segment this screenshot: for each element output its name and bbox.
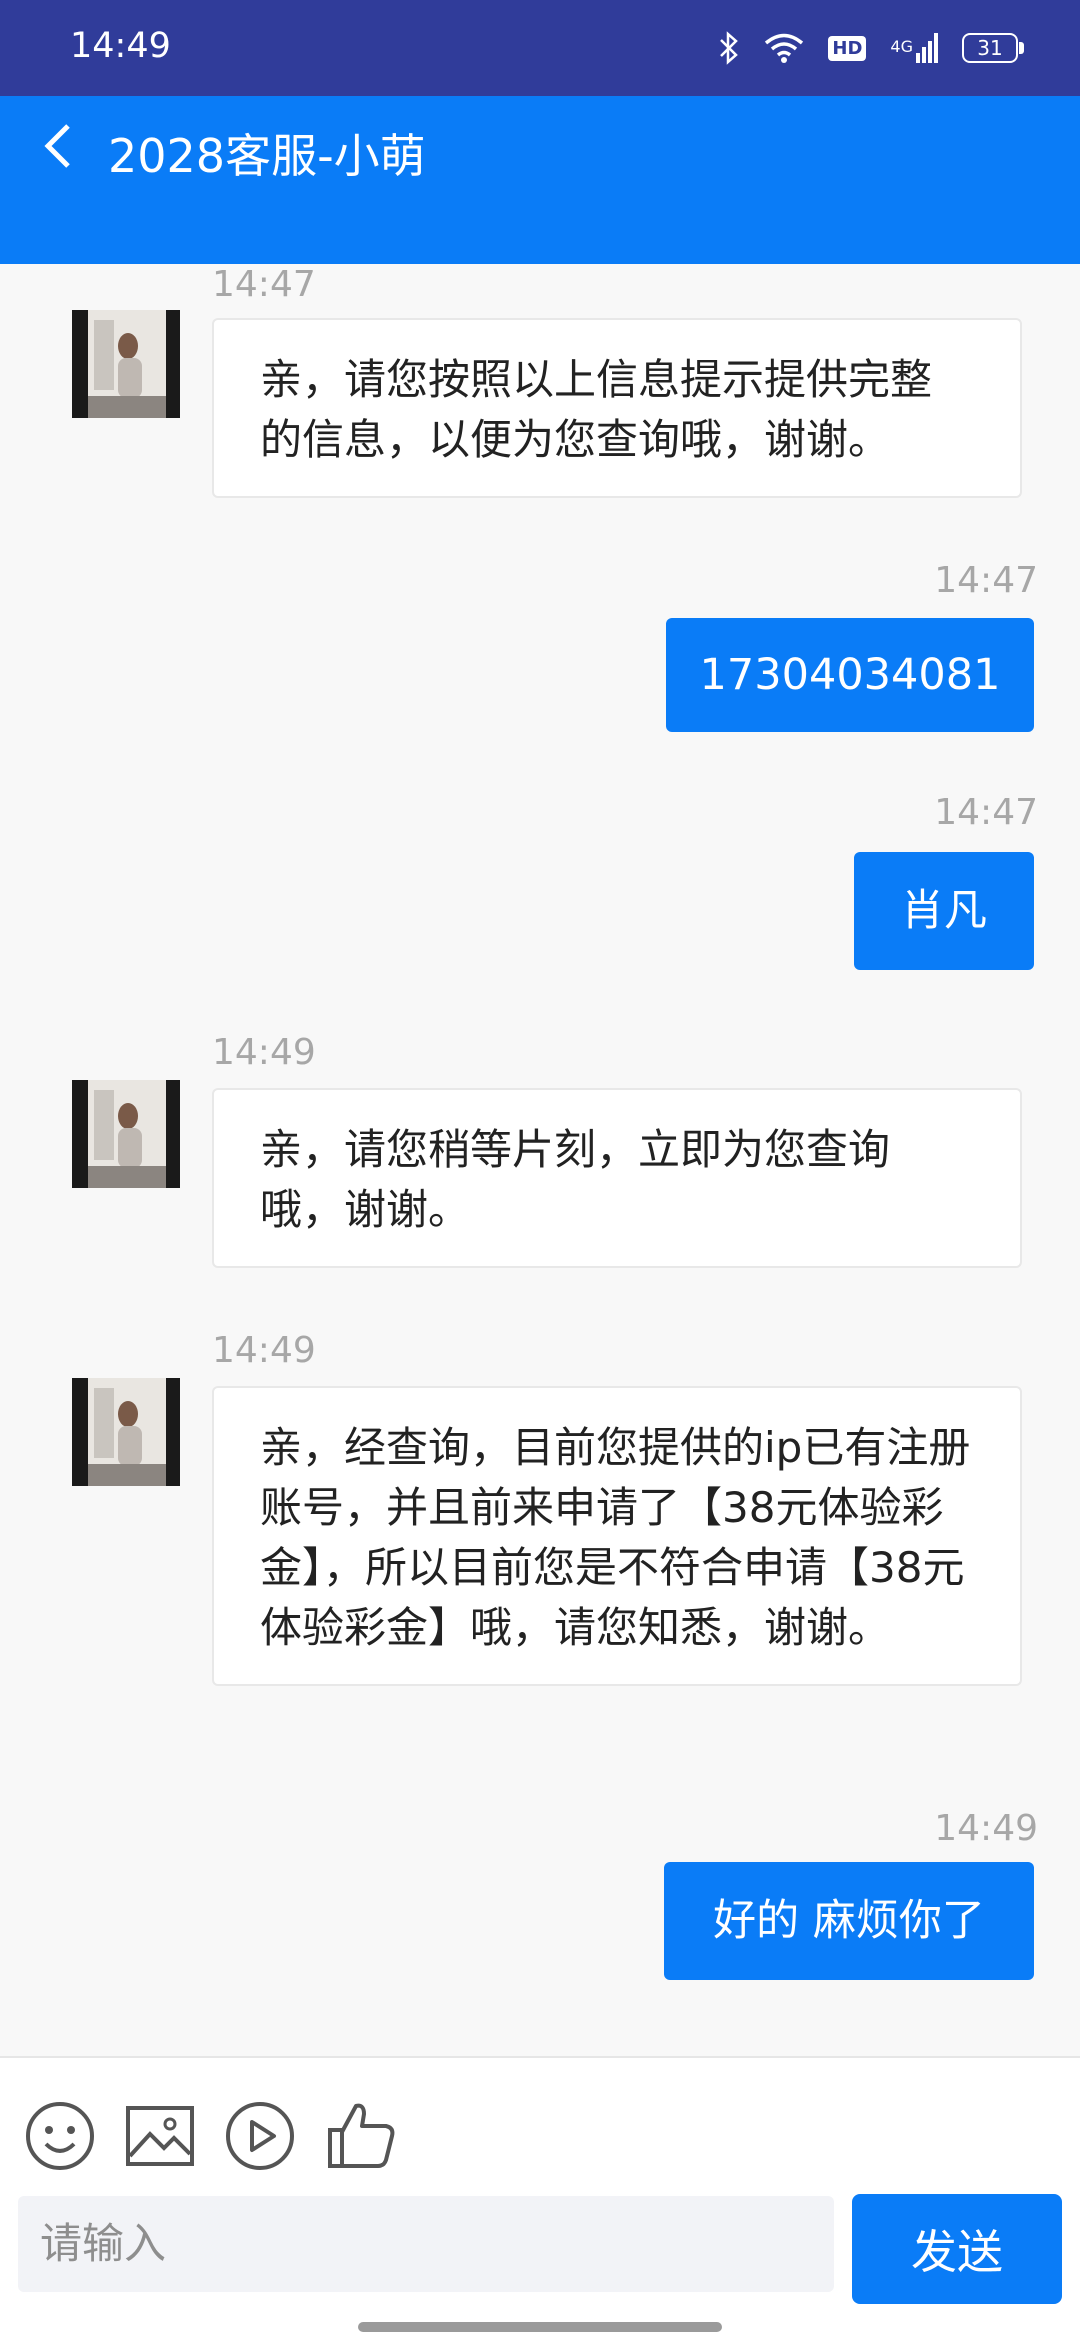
send-button[interactable]: 发送 bbox=[852, 2194, 1062, 2304]
message-time: 14:47 bbox=[212, 264, 316, 305]
message-input[interactable]: 请输入 bbox=[18, 2196, 834, 2292]
message-time: 14:49 bbox=[212, 1330, 316, 1371]
chat-messages[interactable]: 14:47 亲，请您按照以上信息提示提供完整的信息，以便为您查询哦，谢谢。 14… bbox=[0, 264, 1080, 2056]
chat-header: 2028客服-小萌 bbox=[0, 96, 1080, 264]
home-indicator[interactable] bbox=[358, 2322, 722, 2332]
message-bubble-outgoing[interactable]: 好的 麻烦你了 bbox=[664, 1862, 1034, 1980]
emoji-icon[interactable] bbox=[24, 2100, 96, 2172]
message-bubble-incoming[interactable]: 亲，请您稍等片刻，立即为您查询哦，谢谢。 bbox=[212, 1088, 1022, 1268]
message-bubble-outgoing[interactable]: 17304034081 bbox=[666, 618, 1034, 732]
chat-title: 2028客服-小萌 bbox=[108, 129, 426, 183]
hd-badge: HD bbox=[828, 35, 867, 61]
message-bubble-outgoing[interactable]: 肖凡 bbox=[854, 852, 1034, 970]
status-icons: HD 4G 31 bbox=[718, 26, 1024, 70]
thumbs-up-icon[interactable] bbox=[326, 2100, 398, 2172]
message-bubble-incoming[interactable]: 亲，经查询，目前您提供的ip已有注册账号，并且前来申请了【38元体验彩金】，所以… bbox=[212, 1386, 1022, 1686]
network-type: 4G bbox=[890, 37, 913, 56]
battery-icon: 31 bbox=[962, 33, 1024, 63]
avatar[interactable] bbox=[72, 1080, 180, 1188]
bluetooth-icon bbox=[720, 31, 739, 65]
message-time: 14:47 bbox=[934, 792, 1038, 833]
message-time: 14:49 bbox=[212, 1032, 316, 1073]
message-bubble-incoming[interactable]: 亲，请您按照以上信息提示提供完整的信息，以便为您查询哦，谢谢。 bbox=[212, 318, 1022, 498]
status-time: 14:49 bbox=[70, 26, 171, 66]
wifi-icon bbox=[765, 33, 804, 63]
status-bar: 14:49 HD 4G 31 bbox=[0, 0, 1080, 96]
avatar[interactable] bbox=[72, 1378, 180, 1486]
signal-indicator: 4G bbox=[890, 33, 938, 63]
message-time: 14:47 bbox=[934, 560, 1038, 601]
image-icon[interactable] bbox=[124, 2100, 196, 2172]
play-video-icon[interactable] bbox=[224, 2100, 296, 2172]
message-time: 14:49 bbox=[934, 1808, 1038, 1849]
avatar[interactable] bbox=[72, 310, 180, 418]
signal-icon bbox=[916, 33, 938, 63]
chevron-left-icon[interactable] bbox=[40, 122, 80, 170]
battery-level: 31 bbox=[977, 36, 1003, 60]
